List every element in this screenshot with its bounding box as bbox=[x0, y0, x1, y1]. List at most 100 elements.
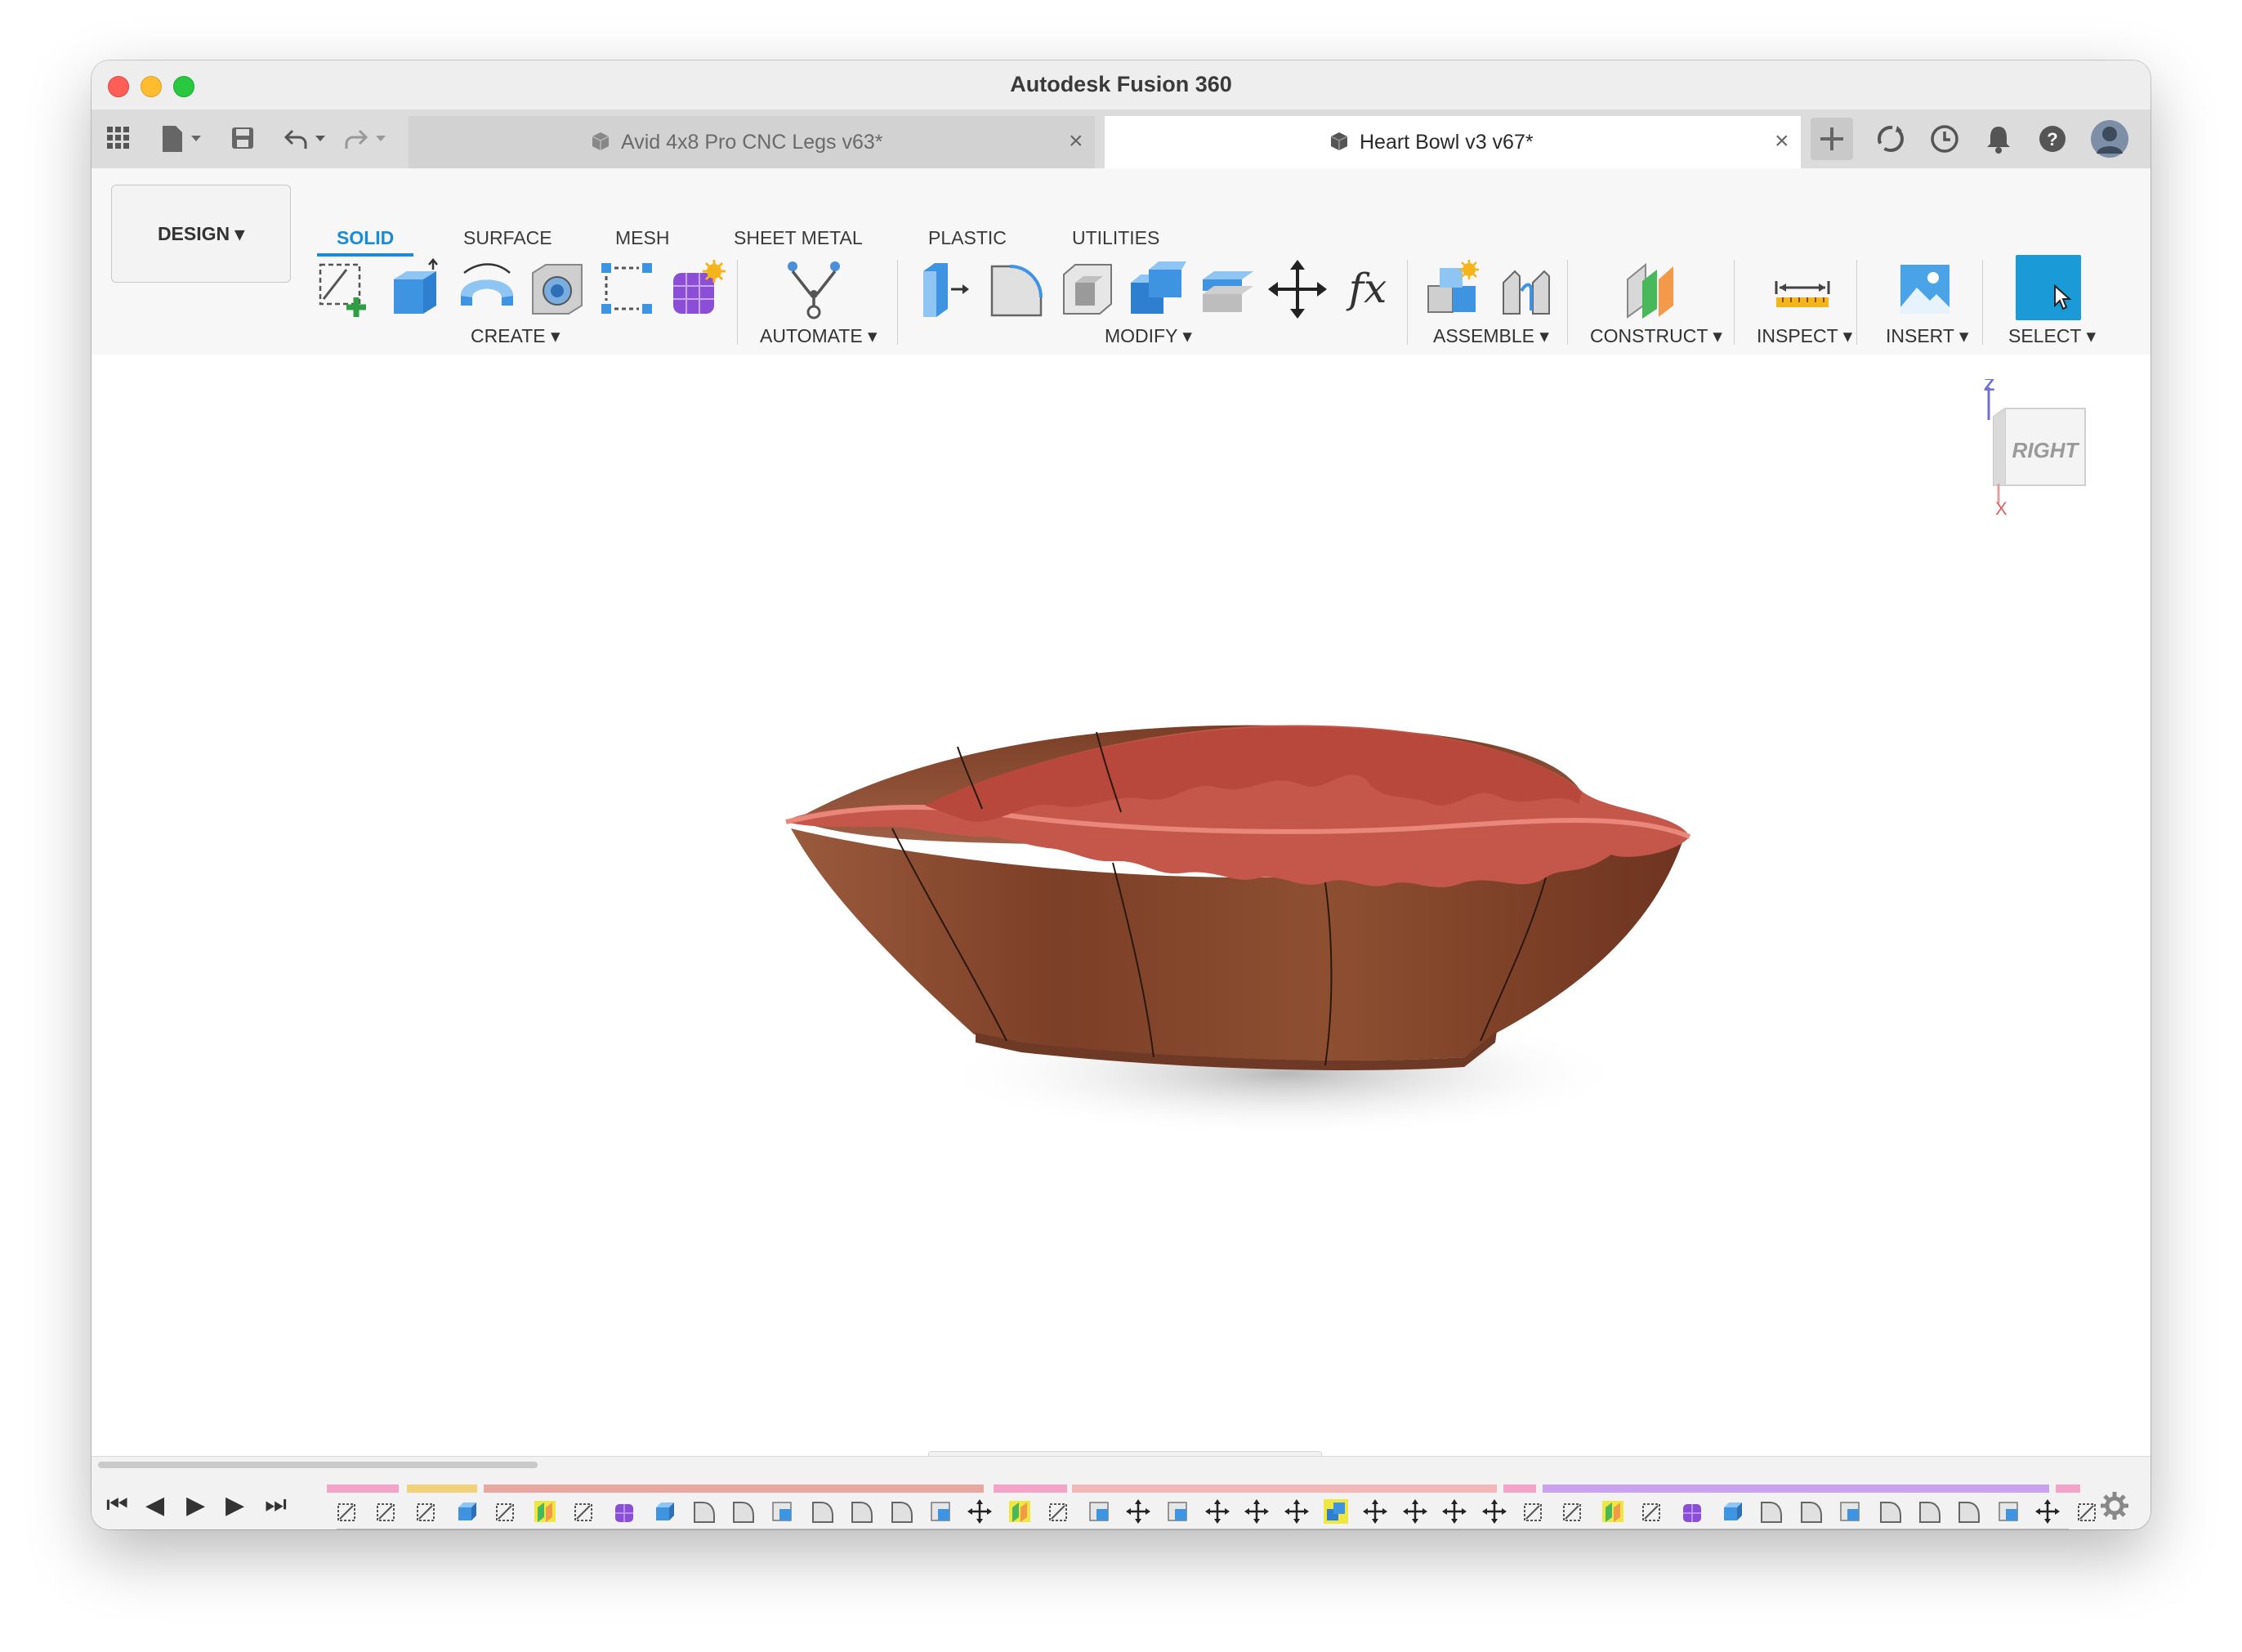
offset-plane-icon[interactable] bbox=[1621, 258, 1683, 320]
timeline-feature-fillet-icon[interactable] bbox=[889, 1499, 913, 1524]
timeline-feature-combine-icon[interactable] bbox=[1324, 1499, 1348, 1524]
go-to-end-button[interactable]: ⏭ bbox=[265, 1491, 287, 1519]
pattern-icon[interactable] bbox=[596, 258, 659, 320]
create-sketch-icon[interactable] bbox=[314, 258, 376, 320]
tab-mesh[interactable]: MESH bbox=[615, 227, 669, 249]
play-button[interactable]: ▶ bbox=[186, 1491, 205, 1520]
history-icon[interactable] bbox=[1928, 123, 1961, 155]
timeline-feature-sketch-icon[interactable] bbox=[1640, 1499, 1664, 1524]
new-tab-button[interactable] bbox=[1811, 118, 1853, 160]
joint-icon[interactable] bbox=[1495, 258, 1557, 320]
redo-icon[interactable] bbox=[345, 126, 391, 152]
go-to-start-button[interactable]: ⏮ bbox=[106, 1491, 128, 1519]
timeline-feature-move-icon[interactable] bbox=[1284, 1499, 1309, 1524]
revolve-icon[interactable] bbox=[456, 258, 518, 320]
timeline-feature-sketch-icon[interactable] bbox=[1047, 1499, 1071, 1524]
timeline-feature-move-icon[interactable] bbox=[1204, 1499, 1230, 1524]
shell-icon[interactable] bbox=[1056, 258, 1118, 320]
tab-surface[interactable]: SURFACE bbox=[463, 227, 552, 249]
notifications-icon[interactable] bbox=[1982, 123, 2015, 155]
avatar[interactable] bbox=[2090, 119, 2129, 159]
timeline-feature-extrude-icon[interactable] bbox=[1719, 1499, 1744, 1524]
undo-icon[interactable] bbox=[284, 126, 330, 152]
timeline-feature-plane-icon[interactable] bbox=[1007, 1499, 1032, 1524]
timeline-feature-shell-icon[interactable] bbox=[928, 1499, 953, 1524]
timeline-feature-shell-icon[interactable] bbox=[1165, 1499, 1190, 1524]
timeline-feature-form-icon[interactable] bbox=[612, 1499, 636, 1524]
timeline-feature-move-icon[interactable] bbox=[1402, 1499, 1427, 1524]
create-form-icon[interactable] bbox=[667, 258, 729, 320]
sync-icon[interactable] bbox=[1874, 123, 1907, 155]
timeline-feature-move-icon[interactable] bbox=[1481, 1499, 1507, 1524]
measure-icon[interactable] bbox=[1771, 258, 1833, 320]
timeline-feature-shell-icon[interactable] bbox=[1996, 1499, 2021, 1524]
timeline-feature-sketch-icon[interactable] bbox=[2075, 1499, 2100, 1524]
timeline-feature-shell-icon[interactable] bbox=[1838, 1499, 1862, 1524]
help-icon[interactable]: ? bbox=[2036, 123, 2069, 155]
timeline-feature-form-icon[interactable] bbox=[1680, 1499, 1704, 1524]
tab-solid[interactable]: SOLID bbox=[337, 227, 394, 249]
timeline-feature-plane-icon[interactable] bbox=[533, 1499, 557, 1524]
press-pull-icon[interactable] bbox=[915, 258, 977, 320]
construct-menu[interactable]: CONSTRUCT ▾ bbox=[1590, 325, 1722, 347]
extrude-icon[interactable] bbox=[386, 258, 448, 320]
file-icon[interactable] bbox=[160, 124, 206, 154]
timeline-feature-sketch-icon[interactable] bbox=[494, 1499, 518, 1524]
timeline-feature-sketch-icon[interactable] bbox=[335, 1499, 360, 1524]
3d-viewport[interactable]: Z RIGHT X bbox=[92, 355, 2150, 1505]
move-icon[interactable] bbox=[1266, 258, 1329, 320]
timeline-feature-move-icon[interactable] bbox=[1363, 1499, 1388, 1524]
tab-sheet-metal[interactable]: SHEET METAL bbox=[734, 227, 863, 249]
timeline-settings-gear-icon[interactable] bbox=[2098, 1489, 2131, 1522]
tab-plastic[interactable]: PLASTIC bbox=[928, 227, 1007, 249]
close-tab-icon[interactable]: × bbox=[1775, 127, 1789, 155]
save-icon[interactable] bbox=[230, 126, 255, 150]
timeline-feature-shell-icon[interactable] bbox=[770, 1499, 794, 1524]
combine-icon[interactable] bbox=[1126, 258, 1188, 320]
timeline-feature-fillet-icon[interactable] bbox=[1798, 1499, 1823, 1524]
timeline-feature-sketch-icon[interactable] bbox=[572, 1499, 596, 1524]
new-component-icon[interactable] bbox=[1423, 258, 1485, 320]
timeline-scrollbar[interactable] bbox=[98, 1462, 538, 1468]
select-menu[interactable]: SELECT ▾ bbox=[2008, 325, 2096, 347]
step-forward-button[interactable]: ▶ bbox=[226, 1491, 244, 1520]
view-cube[interactable]: Z RIGHT X bbox=[1971, 379, 2101, 518]
timeline-feature-fillet-icon[interactable] bbox=[1956, 1499, 1981, 1524]
parameters-icon[interactable]: fx bbox=[1337, 258, 1399, 320]
select-button[interactable] bbox=[2016, 255, 2081, 320]
workspace-switcher[interactable]: DESIGN ▾ bbox=[111, 185, 291, 283]
timeline-feature-sketch-icon[interactable] bbox=[1521, 1499, 1546, 1524]
timeline-feature-move-icon[interactable] bbox=[967, 1499, 993, 1524]
hole-icon[interactable] bbox=[526, 258, 588, 320]
timeline-feature-fillet-icon[interactable] bbox=[849, 1499, 873, 1524]
offset-face-icon[interactable] bbox=[1196, 258, 1258, 320]
timeline-feature-plane-icon[interactable] bbox=[1601, 1499, 1625, 1524]
timeline-feature-fillet-icon[interactable] bbox=[730, 1499, 755, 1524]
timeline-feature-move-icon[interactable] bbox=[1244, 1499, 1270, 1524]
tab-heart-bowl[interactable]: Heart Bowl v3 v67* × bbox=[1105, 116, 1801, 168]
timeline-feature-shell-icon[interactable] bbox=[1087, 1499, 1111, 1524]
timeline-feature-fillet-icon[interactable] bbox=[1758, 1499, 1783, 1524]
inspect-menu[interactable]: INSPECT ▾ bbox=[1757, 325, 1852, 347]
close-tab-icon[interactable]: × bbox=[1069, 127, 1083, 155]
timeline-feature-sketch-icon[interactable] bbox=[374, 1499, 399, 1524]
heart-bowl-model[interactable] bbox=[761, 714, 1726, 1172]
automate-menu[interactable]: AUTOMATE ▾ bbox=[760, 325, 878, 347]
insert-menu[interactable]: INSERT ▾ bbox=[1886, 325, 1968, 347]
timeline-feature-extrude-icon[interactable] bbox=[651, 1499, 676, 1524]
automate-icon[interactable] bbox=[783, 258, 845, 320]
timeline-feature-move-icon[interactable] bbox=[1126, 1499, 1150, 1524]
tab-avid-cnc-legs[interactable]: Avid 4x8 Pro CNC Legs v63* × bbox=[409, 116, 1095, 168]
tab-utilities[interactable]: UTILITIES bbox=[1072, 227, 1159, 249]
timeline-feature-sketch-icon[interactable] bbox=[414, 1499, 439, 1524]
grid-icon[interactable] bbox=[106, 126, 131, 150]
assemble-menu[interactable]: ASSEMBLE ▾ bbox=[1433, 325, 1549, 347]
timeline-feature-move-icon[interactable] bbox=[2035, 1499, 2061, 1524]
timeline-feature-fillet-icon[interactable] bbox=[1878, 1499, 1902, 1524]
timeline-feature-fillet-icon[interactable] bbox=[691, 1499, 716, 1524]
timeline-feature-extrude-icon[interactable] bbox=[453, 1499, 478, 1524]
fillet-icon[interactable] bbox=[985, 258, 1047, 320]
create-menu[interactable]: CREATE ▾ bbox=[471, 325, 560, 347]
timeline-feature-fillet-icon[interactable] bbox=[1917, 1499, 1941, 1524]
step-back-button[interactable]: ◀ bbox=[145, 1491, 164, 1520]
